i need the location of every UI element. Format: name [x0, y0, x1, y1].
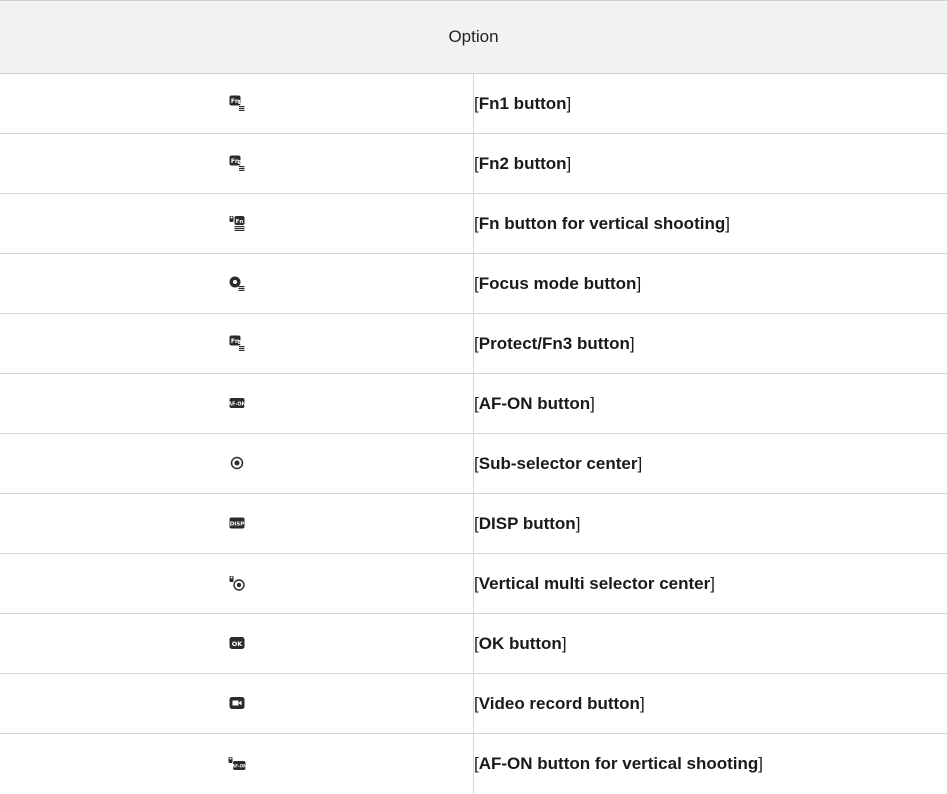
icon-cell: [0, 674, 474, 734]
table-row: AF-ON [AF-ON button]: [0, 374, 947, 434]
close-bracket: ]: [636, 274, 641, 293]
icon-cell: DISP: [0, 494, 474, 554]
table-row: Fn [Fn button for vertical shooting]: [0, 194, 947, 254]
table-body: Fn 1 [Fn1 button] Fn: [0, 74, 947, 794]
label-cell: [Protect/Fn3 button]: [474, 314, 947, 374]
icon-cell: [0, 554, 474, 614]
label-cell: [Sub-selector center]: [474, 434, 947, 494]
label-cell: [OK button]: [474, 614, 947, 674]
svg-text:Fn: Fn: [235, 219, 243, 225]
sub-selector-center-icon: [230, 456, 244, 470]
close-bracket: ]: [590, 394, 595, 413]
table-row: [Vertical multi selector center]: [0, 554, 947, 614]
table-row: Fn 2 [Fn2 button]: [0, 134, 947, 194]
table-row: [Video record button]: [0, 674, 947, 734]
option-label: Focus mode button: [479, 274, 637, 293]
icon-cell: OK: [0, 614, 474, 674]
icon-cell: [0, 434, 474, 494]
video-record-button-icon: [229, 696, 245, 710]
svg-text:AF-ON: AF-ON: [231, 763, 245, 768]
option-label: Vertical multi selector center: [479, 574, 711, 593]
close-bracket: ]: [640, 694, 645, 713]
label-cell: [AF-ON button for vertical shooting]: [474, 734, 947, 794]
icon-cell: AF-ON: [0, 734, 474, 794]
af-on-button-icon: AF-ON: [229, 396, 245, 410]
option-label: AF-ON button: [479, 394, 590, 413]
option-label: Sub-selector center: [479, 454, 638, 473]
option-label: Video record button: [479, 694, 640, 713]
option-label: Fn1 button: [479, 94, 567, 113]
fn1-button-icon: Fn 1: [229, 95, 245, 111]
option-label: AF-ON button for vertical shooting: [479, 754, 759, 773]
option-label: Fn2 button: [479, 154, 567, 173]
close-bracket: ]: [630, 334, 635, 353]
label-cell: [Focus mode button]: [474, 254, 947, 314]
table-row: Fn 1 [Fn1 button]: [0, 74, 947, 134]
label-cell: [Vertical multi selector center]: [474, 554, 947, 614]
label-cell: [Video record button]: [474, 674, 947, 734]
focus-mode-button-icon: [229, 275, 245, 291]
table-header: Option: [0, 1, 947, 74]
icon-cell: Fn: [0, 194, 474, 254]
label-cell: [AF-ON button]: [474, 374, 947, 434]
fn-vertical-button-icon: Fn: [229, 215, 245, 231]
table-row: [Focus mode button]: [0, 254, 947, 314]
close-bracket: ]: [567, 154, 572, 173]
label-cell: [Fn1 button]: [474, 74, 947, 134]
close-bracket: ]: [567, 94, 572, 113]
svg-text:2: 2: [237, 160, 241, 166]
close-bracket: ]: [758, 754, 763, 773]
option-label: OK button: [479, 634, 562, 653]
label-cell: [Fn button for vertical shooting]: [474, 194, 947, 254]
table-row: [Sub-selector center]: [0, 434, 947, 494]
icon-cell: Fn 1: [0, 74, 474, 134]
option-label: Fn button for vertical shooting: [479, 214, 725, 233]
ok-button-icon: OK: [229, 636, 245, 650]
close-bracket: ]: [637, 454, 642, 473]
options-table: Option Fn 1 [Fn1 button]: [0, 0, 947, 794]
icon-cell: Fn 2: [0, 134, 474, 194]
svg-text:1: 1: [237, 100, 241, 106]
icon-cell: Fn 3: [0, 314, 474, 374]
option-column-header: Option: [0, 1, 947, 74]
icon-cell: [0, 254, 474, 314]
fn2-button-icon: Fn 2: [229, 155, 245, 171]
label-cell: [Fn2 button]: [474, 134, 947, 194]
svg-text:OK: OK: [231, 640, 243, 648]
svg-text:DISP: DISP: [229, 522, 244, 528]
vertical-multi-selector-center-icon: [229, 575, 245, 591]
svg-text:3: 3: [237, 340, 241, 346]
option-label: DISP button: [479, 514, 576, 533]
table-row: OK [OK button]: [0, 614, 947, 674]
protect-fn3-button-icon: Fn 3: [229, 335, 245, 351]
table-row: Fn 3 [Protect/Fn3 button]: [0, 314, 947, 374]
svg-text:AF-ON: AF-ON: [229, 402, 245, 408]
af-on-vertical-button-icon: AF-ON: [228, 756, 246, 772]
label-cell: [DISP button]: [474, 494, 947, 554]
disp-button-icon: DISP: [229, 516, 245, 530]
close-bracket: ]: [710, 574, 715, 593]
close-bracket: ]: [562, 634, 567, 653]
table-row: DISP [DISP button]: [0, 494, 947, 554]
option-label: Protect/Fn3 button: [479, 334, 630, 353]
close-bracket: ]: [576, 514, 581, 533]
close-bracket: ]: [725, 214, 730, 233]
header-row: Option: [0, 1, 947, 74]
table-row: AF-ON [AF-ON button for vertical shootin…: [0, 734, 947, 794]
icon-cell: AF-ON: [0, 374, 474, 434]
